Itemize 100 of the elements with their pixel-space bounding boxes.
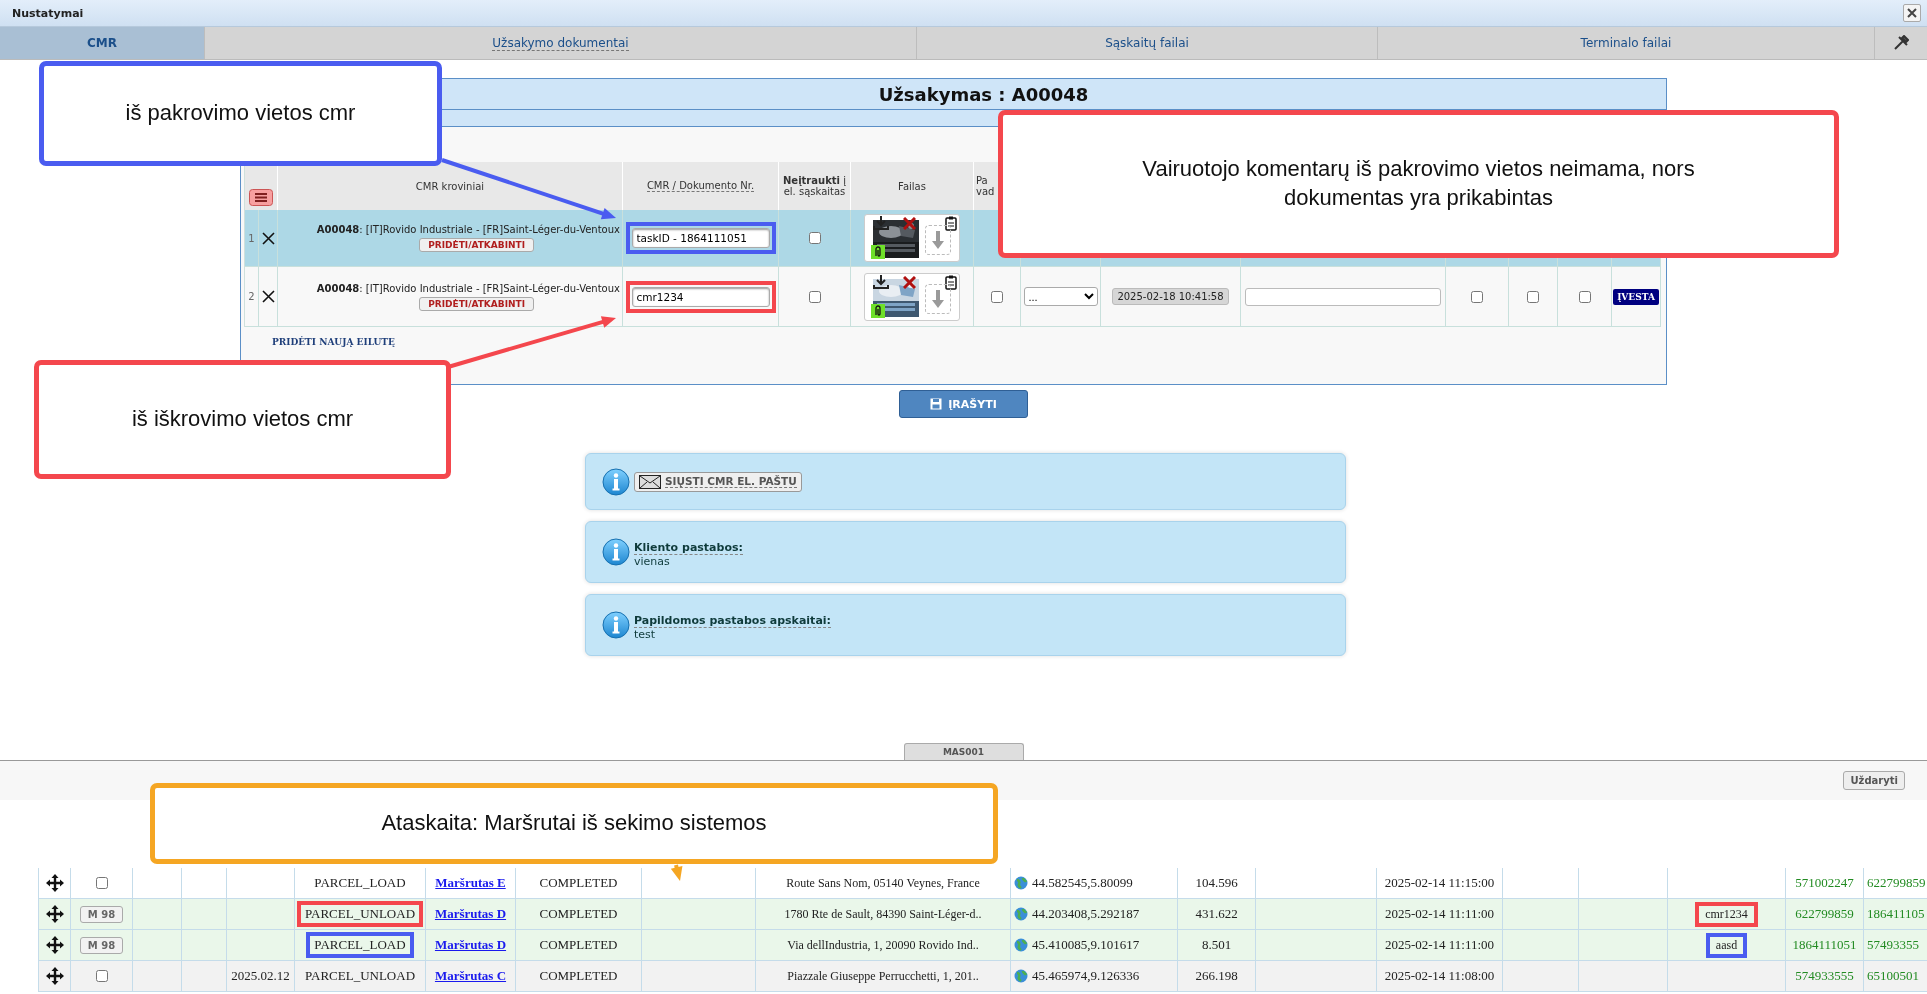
- cargo-route: A00048: [IT]Rovido Industriale - [FR]Saint-Léger-du-Ventoux: [316, 224, 620, 235]
- save-button[interactable]: ĮRAŠYTI: [899, 390, 1028, 418]
- add-row-link[interactable]: PRIDĖTI NAUJĄ EILUTĘ: [272, 337, 395, 347]
- move-icon[interactable]: [45, 905, 64, 923]
- document-number-field[interactable]: taskID - 1864111051: [631, 228, 770, 248]
- table-cell: 44.582545,5.80099: [1032, 875, 1133, 891]
- marker-button[interactable]: M 98: [79, 936, 124, 954]
- callout-text: iš iškrovimo vietos cmr: [131, 405, 354, 434]
- note-text: vienas: [634, 554, 670, 568]
- paperclip-icon[interactable]: [871, 245, 885, 259]
- highlighted-cmr: aasd: [1705, 932, 1748, 958]
- delete-icon[interactable]: [903, 217, 916, 230]
- move-icon[interactable]: [45, 936, 64, 954]
- note-text: test: [634, 627, 656, 641]
- envelope-icon: [639, 474, 661, 489]
- status-badge: ĮVESTA: [1613, 288, 1659, 305]
- tools-icon[interactable]: [1893, 35, 1909, 51]
- download-icon[interactable]: [873, 274, 889, 289]
- document-number-field[interactable]: cmr1234: [631, 286, 770, 307]
- checkbox[interactable]: [808, 232, 821, 244]
- route-link[interactable]: Maršrutas D: [434, 937, 507, 953]
- column-header: CMR kroviniai: [415, 180, 485, 192]
- table-cell: 571002247: [1795, 875, 1854, 891]
- tab[interactable]: Terminalo failai: [1378, 27, 1875, 59]
- table-cell: 45.410085,9.101617: [1032, 937, 1140, 953]
- option-dropdown[interactable]: ...: [1023, 287, 1098, 306]
- table-cell: 57493355: [1867, 937, 1919, 953]
- table-cell: PARCEL_LOAD: [314, 875, 406, 891]
- window-title: Nustatymai: [12, 6, 84, 20]
- close-button[interactable]: Uždaryti: [1843, 771, 1905, 790]
- callout-text: Ataskaita: Maršrutai iš sekimo sistemos: [381, 809, 767, 838]
- note-label: Papildomos pastabos apskaitai:: [634, 613, 831, 628]
- table-cell: 266.198: [1195, 968, 1238, 984]
- highlighted-type: PARCEL_LOAD: [306, 932, 414, 958]
- checkbox[interactable]: [1578, 290, 1591, 303]
- checkbox[interactable]: [808, 290, 821, 303]
- download-icon[interactable]: [873, 216, 889, 230]
- table-cell: 186411105: [1867, 906, 1925, 922]
- drop-zone[interactable]: [925, 225, 951, 255]
- row-number: 2: [248, 291, 255, 302]
- highlighted-cmr: cmr1234: [1695, 901, 1758, 927]
- column-header: Neįtraukti į el. sąskaitas: [782, 175, 847, 197]
- table-cell: Piazzale Giuseppe Perrucchetti, 1, 201..: [787, 968, 979, 984]
- sheet-tab[interactable]: MAS001: [903, 743, 1024, 760]
- table-cell: 431.622: [1195, 906, 1238, 922]
- cargo-route: A00048: [IT]Rovido Industriale - [FR]Saint-Léger-du-Ventoux: [316, 282, 620, 294]
- clipboard-icon[interactable]: [945, 274, 957, 290]
- table-cell: 8.501: [1201, 937, 1232, 953]
- table-cell: COMPLETED: [539, 968, 618, 984]
- info-icon: [602, 611, 630, 639]
- arrow-down-icon: [931, 289, 945, 308]
- route-link[interactable]: Maršrutas C: [434, 968, 507, 984]
- table-cell: Route Sans Nom, 05140 Veynes, France: [786, 875, 980, 891]
- attach-button[interactable]: PRIDĖTI/ATKABINTI: [419, 296, 534, 311]
- table-cell: COMPLETED: [539, 875, 618, 891]
- route-link[interactable]: Maršrutas E: [435, 875, 506, 891]
- clipboard-icon[interactable]: [945, 216, 957, 231]
- table-cell: 2025-02-14 11:08:00: [1384, 968, 1495, 984]
- timestamp-field: 2025-02-18 10:41:58: [1112, 288, 1229, 305]
- menu-icon[interactable]: [249, 189, 273, 206]
- column-header: CMR / Dokumento Nr.: [646, 180, 755, 192]
- note-label: Kliento pastabos:: [634, 540, 743, 555]
- table-cell: 44.203408,5.292187: [1032, 906, 1140, 922]
- row-number: 1: [248, 232, 255, 244]
- checkbox[interactable]: [95, 970, 108, 982]
- column-header: Pa vad: [976, 175, 996, 197]
- send-email-button[interactable]: SIŲSTI CMR EL. PAŠTU: [634, 471, 802, 492]
- marker-button[interactable]: M 98: [79, 905, 124, 923]
- tab[interactable]: Užsakymo dokumentai: [205, 27, 917, 59]
- table-cell: 45.465974,9.126336: [1032, 968, 1140, 984]
- move-icon[interactable]: [45, 967, 64, 985]
- globe-icon: [1014, 907, 1028, 921]
- callout-text: Vairuotojo komentarų iš pakrovimo vietos neimama, nors dokumentas yra prikabintas: [1141, 155, 1696, 212]
- globe-icon: [1014, 876, 1028, 890]
- column-header: Failas: [898, 180, 926, 192]
- table-cell: COMPLETED: [539, 906, 618, 922]
- close-button[interactable]: [1903, 4, 1921, 22]
- highlighted-type: PARCEL_UNLOAD: [297, 901, 423, 927]
- checkbox[interactable]: [95, 877, 108, 889]
- drop-zone[interactable]: [925, 283, 951, 314]
- delete-icon[interactable]: [261, 231, 275, 245]
- tab[interactable]: CMR: [0, 27, 205, 59]
- table-cell: 622799859: [1867, 875, 1926, 891]
- info-icon: [602, 538, 630, 566]
- delete-icon[interactable]: [903, 275, 916, 289]
- checkbox[interactable]: [1471, 290, 1483, 303]
- delete-icon[interactable]: [261, 290, 275, 303]
- move-icon[interactable]: [45, 874, 64, 892]
- tab[interactable]: Sąskaitų failai: [917, 27, 1378, 59]
- checkbox[interactable]: [991, 290, 1003, 303]
- attach-button[interactable]: PRIDĖTI/ATKABINTI: [419, 238, 534, 252]
- callout-text: iš pakrovimo vietos cmr: [125, 99, 356, 128]
- route-link[interactable]: Maršrutas D: [434, 906, 507, 922]
- checkbox[interactable]: [1527, 290, 1539, 303]
- comment-field[interactable]: [1245, 287, 1441, 306]
- globe-icon: [1014, 969, 1028, 983]
- table-cell: 65100501: [1867, 968, 1919, 984]
- table-cell: COMPLETED: [539, 937, 618, 953]
- panel-title: Užsakymas : A00048: [878, 83, 1089, 105]
- table-cell: Via dellIndustria, 1, 20090 Rovido Ind..: [787, 937, 979, 953]
